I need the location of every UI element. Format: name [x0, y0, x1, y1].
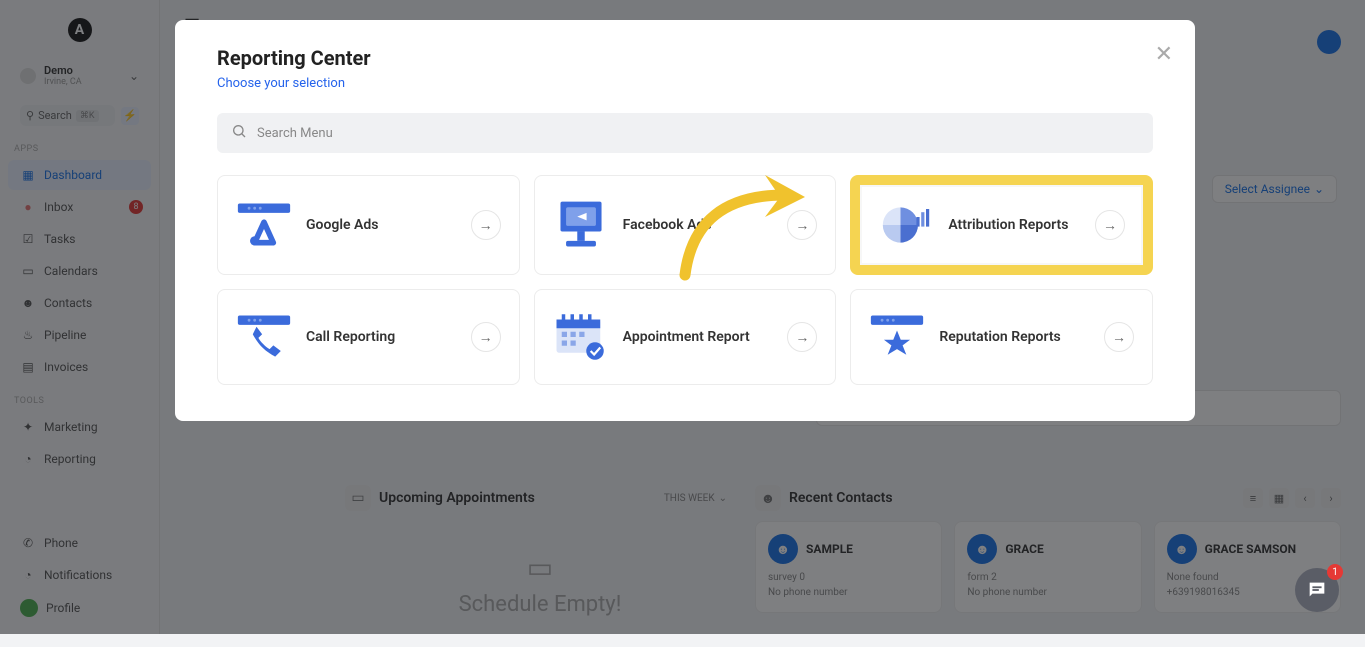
report-card-attribution-reports[interactable]: Attribution Reports → [850, 175, 1153, 275]
facebook-ads-icon [553, 203, 609, 247]
close-button[interactable]: ✕ [1155, 42, 1173, 67]
google-ads-icon [236, 203, 292, 247]
chat-widget-button[interactable]: 1 [1295, 568, 1339, 612]
report-card-label: Facebook Ads [623, 217, 774, 233]
arrow-right-icon: → [1104, 322, 1134, 352]
report-card-reputation-reports[interactable]: Reputation Reports → [850, 289, 1153, 385]
chat-badge: 1 [1327, 564, 1343, 580]
reporting-center-modal: Reporting Center Choose your selection ✕… [175, 20, 1195, 421]
modal-title: Reporting Center [217, 46, 1153, 70]
report-card-appointment-report[interactable]: Appointment Report → [534, 289, 837, 385]
arrow-right-icon: → [1095, 210, 1125, 240]
report-card-google-ads[interactable]: Google Ads → [217, 175, 520, 275]
report-card-facebook-ads[interactable]: Facebook Ads → [534, 175, 837, 275]
report-card-label: Call Reporting [306, 329, 457, 345]
report-card-label: Attribution Reports [948, 217, 1081, 233]
arrow-right-icon: → [471, 322, 501, 352]
report-card-label: Appointment Report [623, 329, 774, 345]
report-cards-grid: Google Ads → Facebook Ads → [217, 175, 1153, 385]
reputation-reports-icon [869, 315, 925, 359]
report-card-call-reporting[interactable]: Call Reporting → [217, 289, 520, 385]
arrow-right-icon: → [787, 210, 817, 240]
chat-icon [1306, 579, 1328, 601]
report-card-label: Google Ads [306, 217, 457, 233]
arrow-right-icon: → [787, 322, 817, 352]
search-icon [231, 123, 247, 143]
report-card-label: Reputation Reports [939, 329, 1090, 345]
attribution-reports-icon [878, 203, 934, 247]
modal-subtitle-link[interactable]: Choose your selection [217, 76, 1153, 91]
call-reporting-icon [236, 315, 292, 359]
appointment-report-icon [553, 315, 609, 359]
modal-search-input[interactable]: Search Menu [217, 113, 1153, 153]
arrow-right-icon: → [471, 210, 501, 240]
search-placeholder: Search Menu [257, 126, 333, 141]
